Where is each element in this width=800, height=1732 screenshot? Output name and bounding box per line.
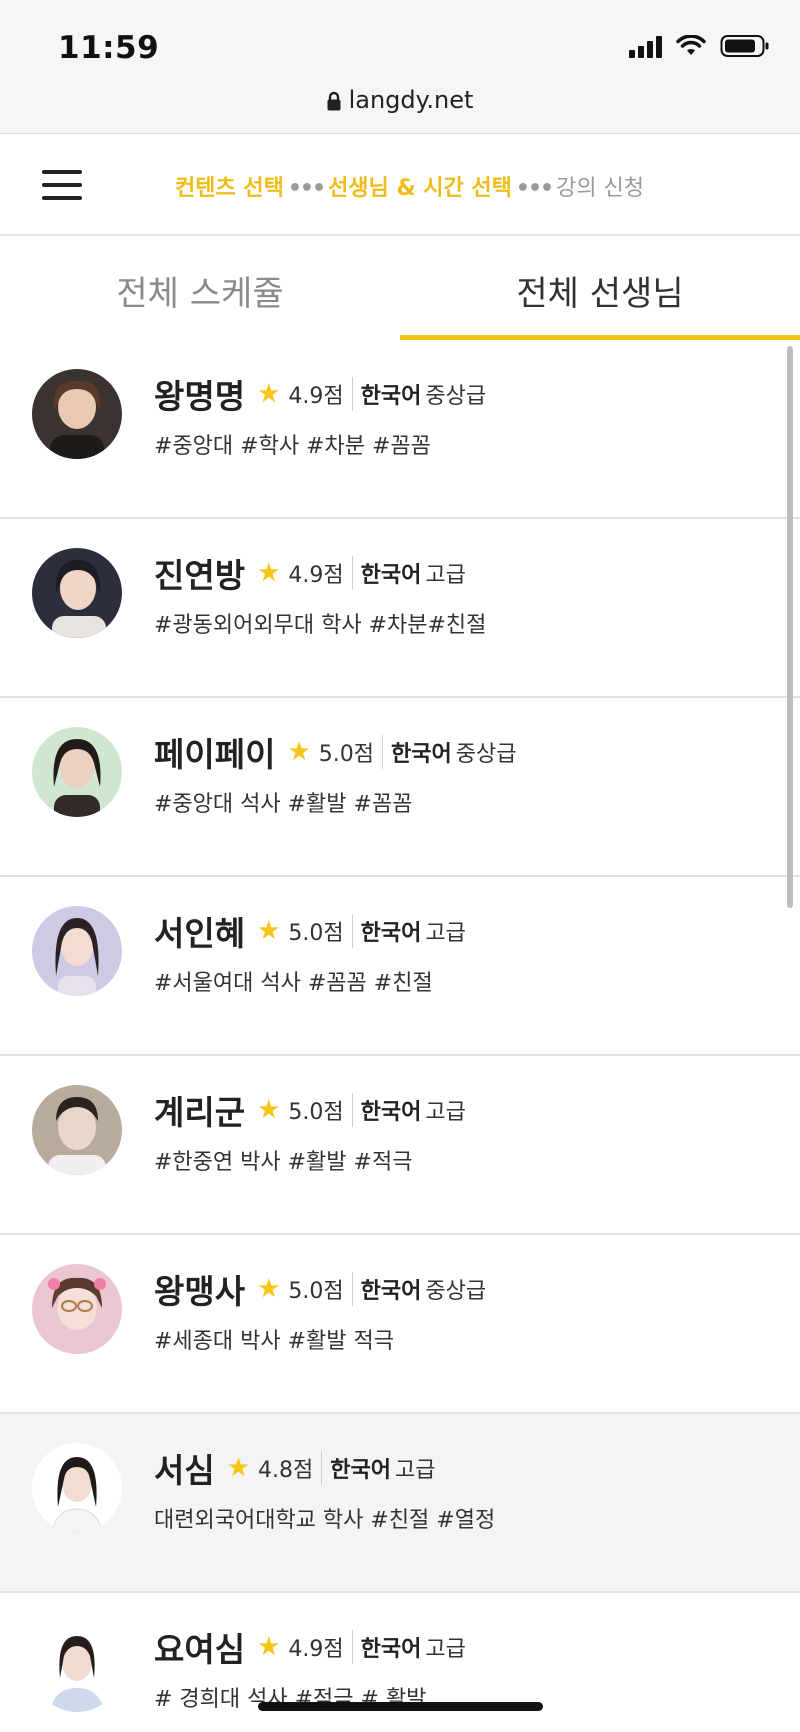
teacher-name: 서인혜 [154,914,246,953]
teacher-rating: 4.9점 [288,1637,344,1662]
tab-bar: 전체 스케쥴 전체 선생님 [0,236,800,340]
star-icon: ★ [257,1274,281,1304]
home-indicator[interactable] [258,1702,543,1711]
browser-status-bar: 11:59 langdy.net [0,0,800,134]
teacher-level: 중상급 [425,1279,487,1304]
teacher-rating: 5.0점 [288,1100,344,1125]
url-bar[interactable]: langdy.net [0,86,800,114]
teacher-language: 한국어 [360,1279,422,1304]
step-teacher-time-select: 선생님 & 시간 선택 [328,176,512,201]
avatar [32,548,122,638]
avatar [32,369,122,459]
teacher-language: 한국어 [360,1100,422,1125]
teacher-name: 진연방 [154,556,246,595]
teacher-level: 고급 [425,563,466,588]
teacher-level: 고급 [425,1100,466,1125]
divider [351,377,353,411]
teacher-level: 고급 [425,921,466,946]
star-icon: ★ [257,379,281,409]
teacher-rating: 5.0점 [318,742,374,767]
scrollbar[interactable] [787,346,793,908]
star-icon: ★ [257,916,281,946]
step-separator: ••• [515,176,554,201]
teacher-tags: #중앙대 석사 #활발 #꼼꼼 [154,792,413,817]
teacher-row[interactable]: 왕맹사 ★ 5.0점 한국어 중상급 #세종대 박사 #활발 적극 [0,1235,800,1414]
avatar [32,1622,122,1712]
teacher-tags: #서울여대 석사 #꼼꼼 #친절 [154,971,433,996]
teacher-rating: 5.0점 [288,921,344,946]
star-icon: ★ [257,1632,281,1662]
teacher-tags: #광동외어외무대 학사 #차분#친절 [154,613,487,638]
teacher-row[interactable]: 페이페이 ★ 5.0점 한국어 중상급 #중앙대 석사 #활발 #꼼꼼 [0,698,800,877]
teacher-row[interactable]: 진연방 ★ 4.9점 한국어 고급 #광동외어외무대 학사 #차분#친절 [0,519,800,698]
teacher-name: 왕맹사 [154,1272,246,1311]
teacher-level: 중상급 [425,384,487,409]
wifi-icon [676,35,706,55]
divider [351,1093,353,1127]
avatar [32,1264,122,1354]
teacher-row[interactable]: 서심 ★ 4.8점 한국어 고급 대련외국어대학교 학사 #친절 #열정 [0,1414,800,1593]
divider [351,556,353,590]
divider [351,1630,353,1664]
teacher-tags: #한중연 박사 #활발 #적극 [154,1150,413,1175]
teacher-row[interactable]: 왕명명 ★ 4.9점 한국어 중상급 #중앙대 #학사 #차분 #꼼꼼 [0,340,800,519]
step-separator: ••• [287,176,326,201]
teacher-name: 왕명명 [154,377,246,416]
teacher-language: 한국어 [360,1637,422,1662]
divider [351,914,353,948]
star-icon: ★ [257,1095,281,1125]
step-class-apply: 강의 신청 [556,176,645,201]
teacher-rating: 4.9점 [288,384,344,409]
step-content-select: 컨텐츠 선택 [175,176,284,201]
teacher-level: 중상급 [455,742,517,767]
top-nav: 컨텐츠 선택 ••• 선생님 & 시간 선택 ••• 강의 신청 [0,134,800,236]
avatar [32,1085,122,1175]
lock-icon [327,91,341,111]
star-icon: ★ [287,737,311,767]
cellular-signal-icon [629,34,662,58]
teacher-language: 한국어 [360,384,422,409]
avatar [32,1443,122,1533]
teacher-row[interactable]: 계리군 ★ 5.0점 한국어 고급 #한중연 박사 #활발 #적극 [0,1056,800,1235]
tab-all-schedule[interactable]: 전체 스케쥴 [0,236,400,340]
teacher-rating: 4.9점 [288,563,344,588]
teacher-language: 한국어 [330,1458,392,1483]
teacher-row[interactable]: 요여심 ★ 4.9점 한국어 고급 # 경희대 석사 #적극 # 활발 [0,1593,800,1732]
teacher-list: 왕명명 ★ 4.9점 한국어 중상급 #중앙대 #학사 #차분 #꼼꼼 진연방 … [0,340,800,1732]
teacher-tags: #세종대 박사 #활발 적극 [154,1329,395,1354]
avatar [32,727,122,817]
teacher-tags: 대련외국어대학교 학사 #친절 #열정 [154,1508,496,1533]
avatar [32,906,122,996]
teacher-tags: #중앙대 #학사 #차분 #꼼꼼 [154,434,431,459]
teacher-rating: 4.8점 [258,1458,314,1483]
divider [351,1272,353,1306]
progress-steps: 컨텐츠 선택 ••• 선생님 & 시간 선택 ••• 강의 신청 [175,170,644,202]
teacher-name: 페이페이 [154,735,276,774]
teacher-name: 계리군 [154,1093,246,1132]
battery-icon [720,35,769,57]
teacher-language: 한국어 [391,742,452,767]
tab-all-teachers[interactable]: 전체 선생님 [400,236,800,340]
teacher-level: 고급 [425,1637,466,1662]
divider [382,735,383,769]
star-icon: ★ [226,1453,251,1483]
teacher-language: 한국어 [360,563,422,588]
status-time: 11:59 [58,30,160,66]
star-icon: ★ [257,558,281,588]
teacher-name: 서심 [154,1451,215,1490]
hamburger-menu-icon[interactable] [42,170,84,200]
system-icons [629,34,770,58]
teacher-level: 고급 [395,1458,436,1483]
teacher-language: 한국어 [360,921,422,946]
teacher-row[interactable]: 서인혜 ★ 5.0점 한국어 고급 #서울여대 석사 #꼼꼼 #친절 [0,877,800,1056]
url-text: langdy.net [348,86,474,114]
divider [321,1451,323,1485]
teacher-rating: 5.0점 [288,1279,344,1304]
teacher-name: 요여심 [154,1630,246,1669]
